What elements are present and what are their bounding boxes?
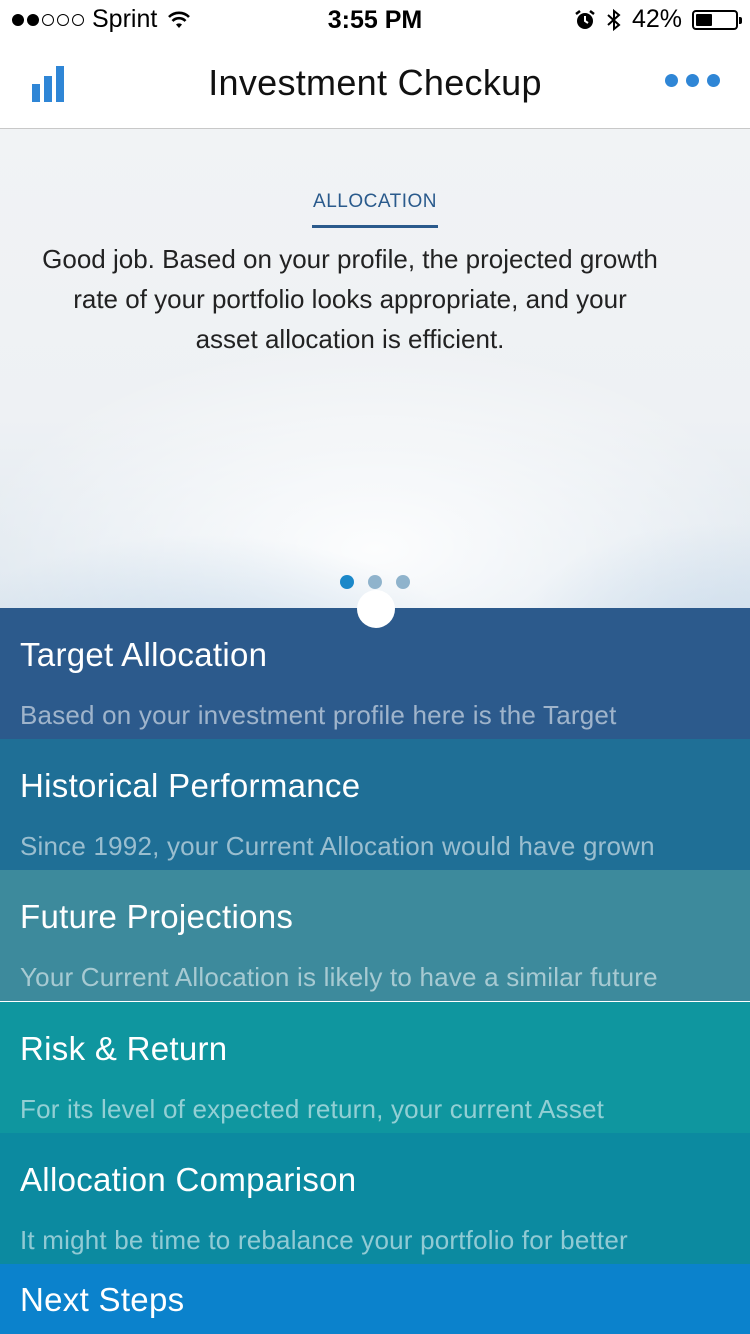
allocation-hero[interactable]: ALLOCATION Good job. Based on your profi… (0, 129, 750, 608)
battery-percent: 42% (631, 5, 682, 33)
card-description: Since 1992, your Current Allocation woul… (20, 831, 655, 861)
status-right: 42% (574, 5, 742, 34)
hero-message: Good job. Based on your profile, the pro… (42, 244, 658, 354)
card-title: Risk & Return (20, 1030, 228, 1067)
card-risk-return[interactable]: Risk & Return For its level of expected … (0, 1002, 750, 1133)
card-description: It might be time to rebalance your portf… (20, 1225, 628, 1255)
next-steps-label: Next Steps (20, 1281, 185, 1318)
page-dot-1[interactable] (340, 575, 354, 589)
status-bar: Sprint 3:55 PM 42% (0, 0, 750, 40)
card-notch (357, 590, 395, 628)
hero-label: ALLOCATION (313, 191, 437, 212)
next-steps-button[interactable]: Next Steps (0, 1264, 750, 1334)
battery-icon (692, 9, 742, 30)
card-allocation-comparison[interactable]: Allocation Comparison It might be time t… (0, 1133, 750, 1264)
hero-label-underline (312, 225, 438, 228)
battery-fill (696, 13, 712, 26)
card-title: Future Projections (20, 898, 294, 935)
page-title: Investment Checkup (208, 62, 542, 103)
nav-bar: Investment Checkup (0, 40, 750, 129)
bluetooth-icon (607, 8, 621, 31)
card-description: Your Current Allocation is likely to hav… (20, 962, 658, 992)
card-future-projections[interactable]: Future Projections Your Current Allocati… (0, 870, 750, 1001)
alarm-icon (575, 9, 595, 29)
card-title: Allocation Comparison (20, 1161, 357, 1198)
card-description: For its level of expected return, your c… (20, 1094, 605, 1124)
page-dot-3[interactable] (396, 575, 410, 589)
page-dot-2[interactable] (368, 575, 382, 589)
card-historical-performance[interactable]: Historical Performance Since 1992, your … (0, 739, 750, 870)
card-title: Historical Performance (20, 767, 361, 804)
page-indicator[interactable] (0, 575, 750, 589)
more-icon[interactable] (665, 74, 720, 87)
card-title: Target Allocation (20, 636, 268, 673)
card-description: Based on your investment profile here is… (20, 700, 617, 730)
